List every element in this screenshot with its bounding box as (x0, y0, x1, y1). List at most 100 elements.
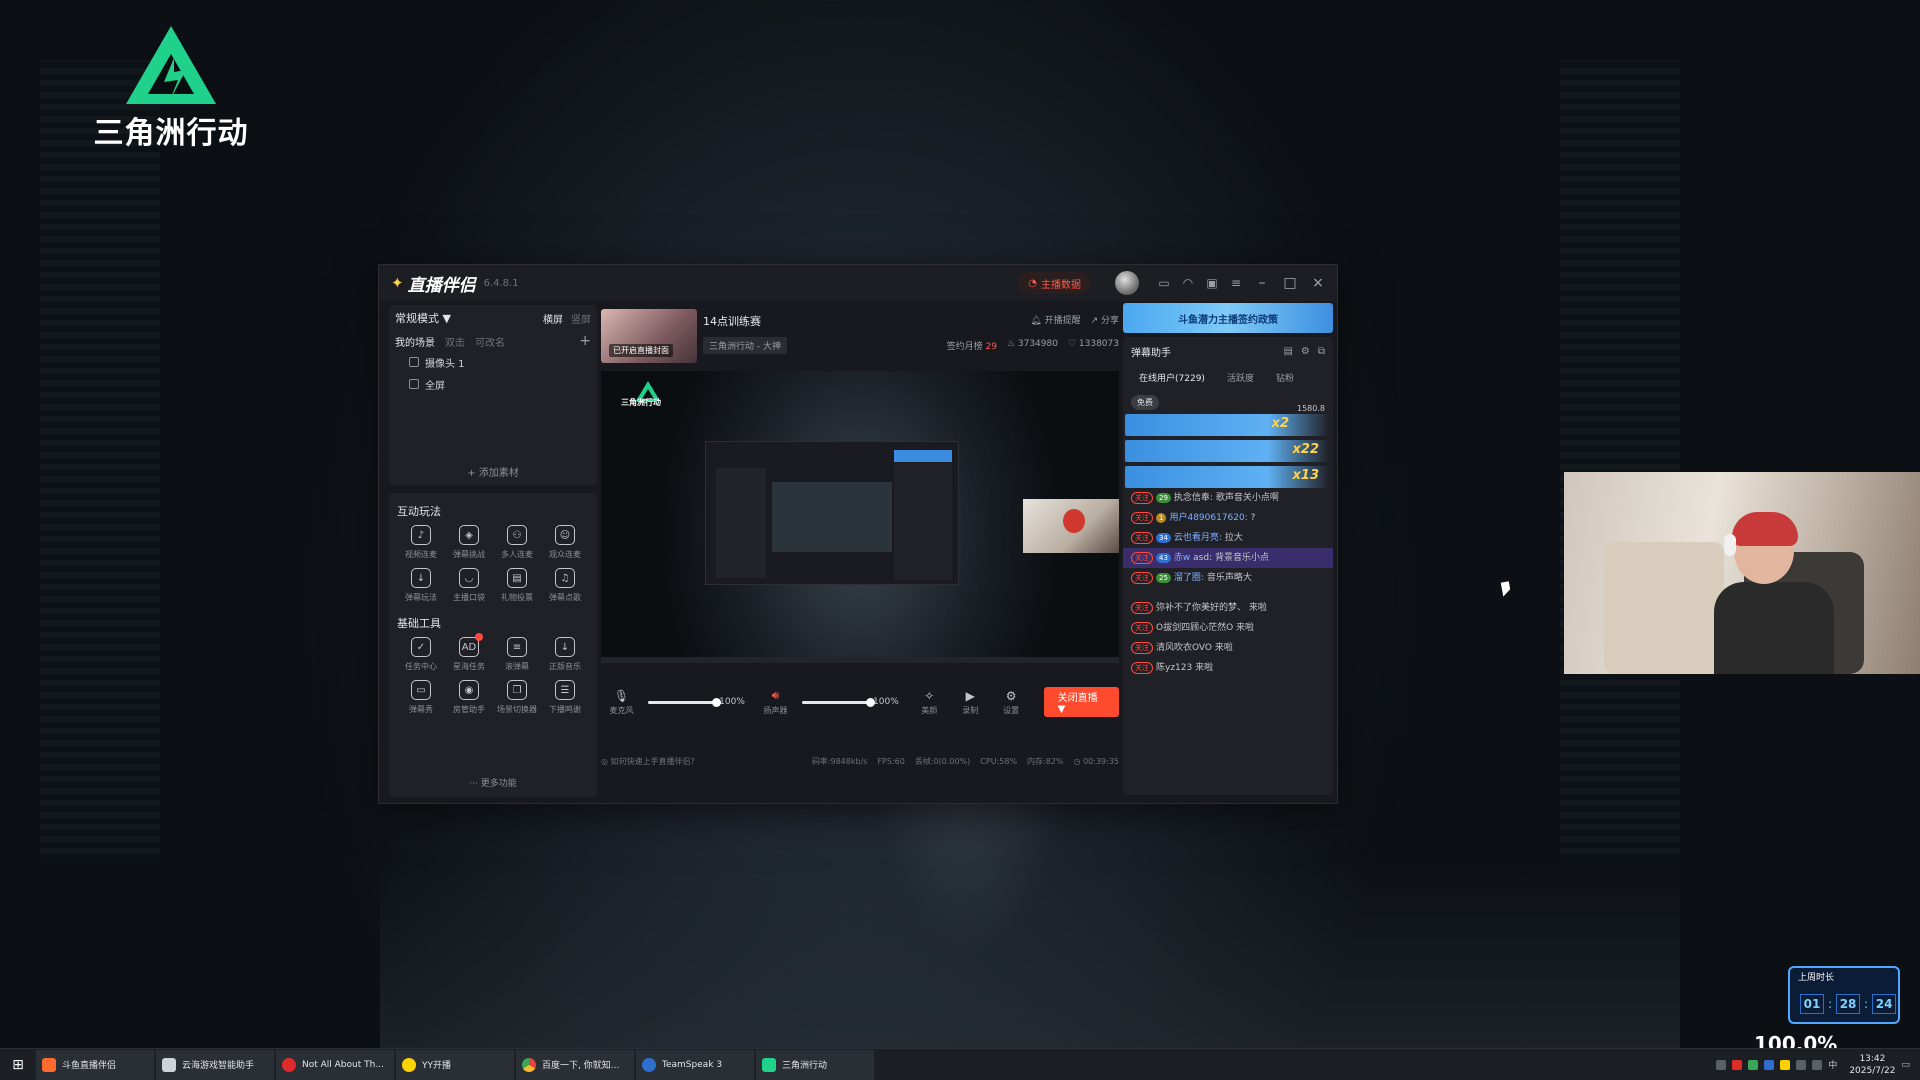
popout-icon[interactable]: ⧉ (1318, 346, 1325, 357)
filter-icon[interactable]: ▤ (1283, 346, 1292, 357)
live-reminder-button[interactable]: 🔔︎ 开播提醒 (1030, 313, 1080, 326)
message-icon[interactable]: ▭ (1155, 274, 1173, 292)
speaker-control[interactable]: 🔊︎ 扬声器 (755, 688, 796, 716)
taskbar-item-cloud-game[interactable]: 云海游戏智能助手 (156, 1049, 274, 1080)
tool-offline-thanks[interactable]: ☰ 下播鸣谢 (541, 680, 589, 715)
mic-control[interactable]: 🎙︎ 麦克风 (601, 689, 642, 716)
minimize-button[interactable]: – (1251, 272, 1273, 294)
tool-star-task[interactable]: AD 星海任务 (445, 633, 493, 672)
stop-stream-button[interactable]: 关闭直播 ▼ (1043, 687, 1120, 717)
clock[interactable]: 13:42 2025/7/22 (1849, 1053, 1895, 1077)
chat-message[interactable]: 关注 43 赤w asd: 背景音乐小点 (1123, 548, 1333, 568)
follow-tag: 关注 (1131, 512, 1153, 524)
settings-button[interactable]: ⚙ 设置 (991, 689, 1032, 716)
slider-knob[interactable] (865, 697, 875, 707)
chat-message[interactable]: 关注 34 云也看月亮: 拉大 (1123, 528, 1333, 548)
username[interactable]: 云也看月亮: (1174, 533, 1222, 543)
taskbar-item-chrome[interactable]: 百度一下, 你就知... (516, 1049, 634, 1080)
chat-message[interactable]: 关注 1 用户4890617620: ? (1123, 508, 1333, 528)
tab-portrait[interactable]: 竖屏 (571, 311, 591, 326)
tool-danmaku-challenge[interactable]: ◈ 弹幕挑战 (445, 525, 493, 560)
source-item-camera[interactable]: 摄像头 1 (389, 351, 597, 373)
beauty-button[interactable]: ✧ 美颜 (909, 689, 950, 716)
username[interactable]: 溜了圈: (1174, 573, 1204, 583)
tool-gift-vote[interactable]: ▤ 礼物投票 (493, 568, 541, 603)
tool-anchor-pocket[interactable]: ◡ 主播口袋 (445, 568, 493, 603)
tool-licensed-music[interactable]: ↓ 正版音乐 (541, 637, 589, 672)
taskbar-item-delta-force[interactable]: 三角洲行动 (756, 1049, 874, 1080)
entry-message[interactable]: 关注 陈yz123 来啦 (1123, 658, 1333, 678)
ad-icon: AD (459, 633, 483, 657)
stream-category[interactable]: 三角洲行动 - 大神 (703, 337, 787, 354)
maximize-button[interactable]: □ (1279, 272, 1301, 294)
gear-icon[interactable]: ⚙ (1301, 346, 1310, 357)
entry-message[interactable]: 关注 弥补不了你美好的梦、 来啦 (1123, 598, 1333, 618)
username[interactable]: 赤w (1174, 553, 1190, 563)
taskbar-item-douyu[interactable]: 斗鱼直播伴侣 (36, 1049, 154, 1080)
tool-audience-link[interactable]: ☺ 观众连麦 (541, 525, 589, 560)
speaker-volume-slider[interactable] (801, 697, 875, 707)
feedback-icon[interactable]: ▣ (1203, 274, 1221, 292)
tool-danmaku-show[interactable]: ▭ 弹幕秀 (397, 680, 445, 715)
tray-icon[interactable] (1716, 1059, 1727, 1070)
entry-message[interactable]: 关注 清风吹衣OVO 来啦 (1123, 638, 1333, 658)
tab-my-scene[interactable]: 我的场景 (395, 334, 435, 349)
tool-task-center[interactable]: ✓ 任务中心 (397, 637, 445, 672)
tool-multi-link[interactable]: ⚇ 多人连麦 (493, 525, 541, 560)
add-source-button[interactable]: + 添加素材 (389, 464, 597, 479)
tray-icon[interactable] (1732, 1059, 1743, 1070)
follow-tag: 关注 (1131, 572, 1153, 584)
tool-danmaku-play[interactable]: ↓ 弹幕玩法 (397, 568, 445, 603)
add-scene-button[interactable]: + (579, 333, 591, 349)
tool-room-manager[interactable]: ◉ 房管助手 (445, 680, 493, 715)
slider-knob[interactable] (711, 697, 721, 707)
taskbar-item-yy[interactable]: YY开播 (396, 1049, 514, 1080)
tray-icon[interactable] (1748, 1059, 1759, 1070)
taskbar-item-netease-music[interactable]: Not All About Th... (276, 1049, 394, 1080)
chat-message[interactable]: 关注 25 溜了圈: 音乐声略大 (1123, 568, 1333, 588)
windows-start-icon[interactable]: ⊞ (0, 1049, 36, 1080)
share-button[interactable]: ↗ 分享 (1091, 313, 1119, 326)
help-link[interactable]: ◎ 如何快速上手直播伴侣? (601, 756, 695, 767)
menu-icon[interactable]: ≡ (1227, 274, 1245, 292)
free-chip[interactable]: 免费 (1131, 395, 1159, 410)
more-tools-button[interactable]: ··· 更多功能 (389, 776, 597, 789)
mode-select[interactable]: 常规模式 ▼ (395, 310, 451, 326)
notification-icon[interactable]: ▭ (1901, 1060, 1910, 1070)
scene-hint-rename: 可改名 (475, 337, 505, 349)
headset-icon[interactable]: ◠ (1179, 274, 1197, 292)
brand-name: 直播伴侣 (407, 275, 476, 296)
mic-volume-slider[interactable] (647, 697, 721, 707)
danmaku-assistant: 弹幕助手 ▤ ⚙ ⧉ 在线用户(7229) 活跃度 钻粉 免费 1580.8 x… (1123, 337, 1333, 795)
anchor-data-button[interactable]: ◔ 主播数据 (1018, 272, 1091, 294)
stream-preview[interactable]: 三角洲行动 (601, 371, 1119, 663)
tool-video-link[interactable]: ♪ 视频连麦 (397, 525, 445, 560)
mic-icon: 🎙︎ (613, 688, 630, 703)
volume-icon[interactable] (1812, 1059, 1823, 1070)
promo-banner[interactable]: 斗鱼潜力主播签约政策 (1123, 303, 1333, 333)
chat-message[interactable]: 关注 29 执念信奉: 歌声音关小点啊 (1123, 488, 1333, 508)
tab-diamond-fans[interactable]: 钻粉 (1276, 371, 1294, 384)
uptime-digits: 01 : 28 : 24 (1800, 994, 1897, 1014)
stream-cover[interactable]: 已开启直播封面 (601, 309, 697, 363)
record-button[interactable]: ▶ 录制 (950, 689, 991, 716)
avatar[interactable] (1115, 271, 1139, 295)
taskbar-item-teamspeak[interactable]: TeamSpeak 3 (636, 1049, 754, 1080)
clock-date: 2025/7/22 (1849, 1065, 1896, 1076)
stream-title[interactable]: 14点训练赛 (703, 313, 761, 329)
tool-scene-switcher[interactable]: ❐ 场景切换器 (493, 680, 541, 715)
tray-icon[interactable] (1780, 1059, 1791, 1070)
tab-landscape[interactable]: 横屏 (543, 311, 563, 326)
ime-indicator[interactable]: 中 (1828, 1058, 1837, 1071)
network-icon[interactable] (1796, 1059, 1807, 1070)
tray-icon[interactable] (1764, 1059, 1775, 1070)
entry-message[interactable]: 关注 O拔剑四顾心茫然O 来啦 (1123, 618, 1333, 638)
tool-scroll-danmaku[interactable]: ≡ 滚弹幕 (493, 637, 541, 672)
tab-activity[interactable]: 活跃度 (1227, 371, 1254, 384)
tab-online-users[interactable]: 在线用户(7229) (1139, 371, 1205, 384)
close-button[interactable]: × (1307, 272, 1329, 294)
source-item-fullscreen[interactable]: 全屏 (389, 373, 597, 395)
username[interactable]: 用户4890617620: (1169, 513, 1247, 523)
tool-song-request[interactable]: ♫ 弹幕点歌 (541, 568, 589, 603)
sign-rank[interactable]: 签约月榜 29 (947, 339, 997, 352)
